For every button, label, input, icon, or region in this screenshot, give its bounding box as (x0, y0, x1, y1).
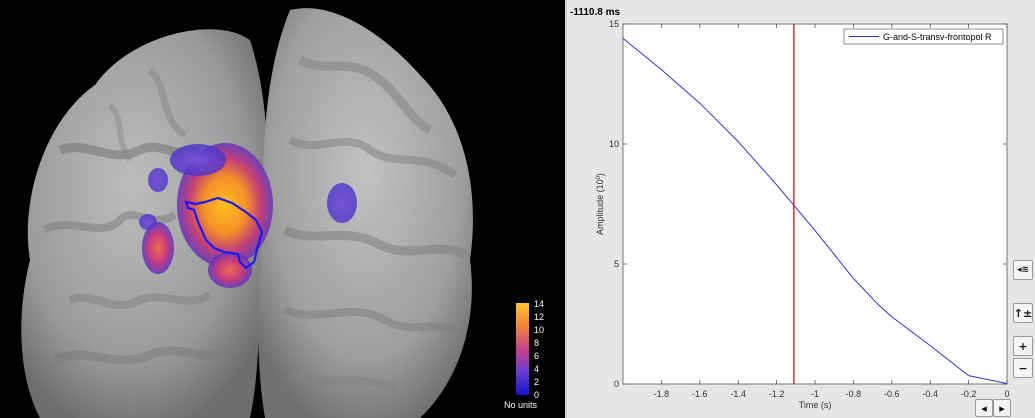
colorbar (516, 303, 529, 395)
x-axis-label: Time (s) (799, 400, 832, 410)
right-hemisphere (258, 8, 473, 418)
x-tick-label: -1 (811, 389, 819, 399)
y-tick-label: 15 (609, 19, 619, 29)
time-series-panel: -1110.8 ms 0 5 10 15 -1.8 -1.6 -1.4 -1.2 -1 -0.8… (567, 0, 1035, 418)
zoom-in-button[interactable]: + (1013, 336, 1033, 356)
colorbar-tick: 14 (534, 299, 545, 309)
scroll-right-button[interactable]: ▸ (993, 399, 1011, 417)
y-tick-label: 0 (614, 379, 619, 389)
x-tick-label: 0 (1004, 389, 1009, 399)
time-series-chart[interactable]: -1110.8 ms 0 5 10 15 -1.8 -1.6 -1.4 -1.2 -1 -0.8… (567, 0, 1035, 418)
x-tick-label: -0.6 (884, 389, 900, 399)
y-axis-label: Amplitude (100) (595, 173, 605, 235)
x-tick-label: -0.4 (922, 389, 938, 399)
amplitude-scale-button[interactable]: ↑± (1013, 303, 1033, 323)
y-tick-label: 5 (614, 259, 619, 269)
colorbar-tick: 4 (534, 364, 540, 374)
plot-area[interactable] (622, 23, 1008, 385)
y-tick-label: 10 (609, 139, 619, 149)
legend: G-and-S-transv-frontopol R (843, 28, 1004, 45)
x-tick-label: -1.8 (654, 389, 670, 399)
colorbar-tick: 0 (534, 390, 540, 400)
scroll-left-button[interactable]: ◂ (975, 399, 993, 417)
x-tick-label: -1.2 (769, 389, 785, 399)
x-tick-label: -0.8 (846, 389, 862, 399)
colorbar-tick: 6 (534, 351, 540, 361)
colorbar-unit-label: No units (504, 400, 538, 410)
display-mode-button[interactable]: ◂≋ (1013, 260, 1033, 280)
legend-label: G-and-S-transv-frontopol R (883, 32, 992, 42)
colorbar-tick: 2 (534, 377, 540, 387)
brain-surface-view[interactable]: 14 12 10 8 6 4 2 0 No units (0, 0, 565, 418)
zoom-out-button[interactable]: − (1013, 358, 1033, 378)
x-tick-label: -0.2 (961, 389, 977, 399)
time-readout: -1110.8 ms (570, 7, 620, 18)
x-tick-label: -1.6 (692, 389, 708, 399)
colorbar-tick: 8 (534, 338, 540, 348)
x-tick-label: -1.4 (730, 389, 746, 399)
brain-render[interactable] (0, 0, 565, 418)
colorbar-tick: 10 (534, 325, 545, 335)
colorbar-tick: 12 (534, 312, 545, 322)
